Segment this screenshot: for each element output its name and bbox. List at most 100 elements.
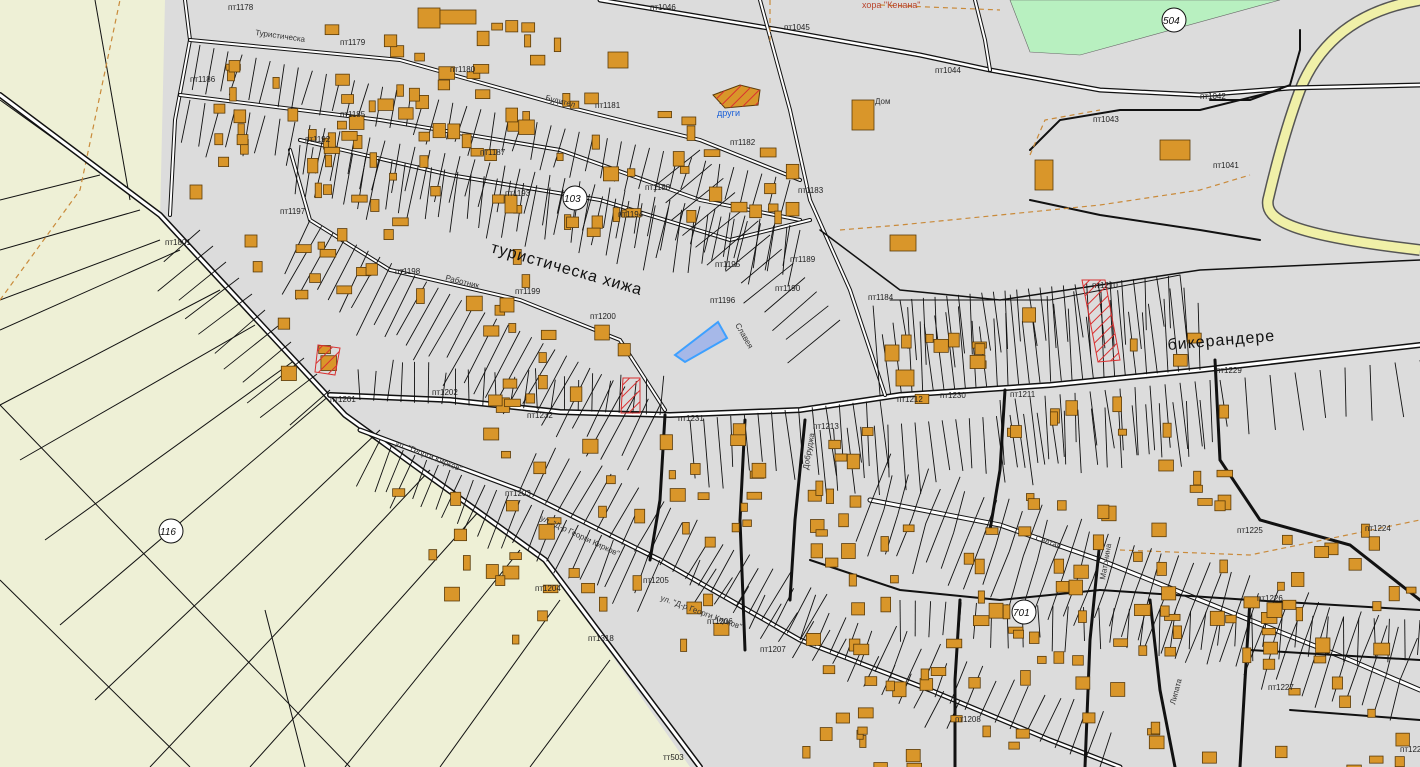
building (1367, 708, 1376, 718)
building (341, 94, 354, 104)
building (1053, 651, 1065, 664)
building (1295, 607, 1303, 622)
building (815, 529, 828, 537)
building (214, 133, 224, 146)
building (885, 680, 895, 692)
building (518, 119, 535, 135)
point-label: пт1197 (280, 207, 306, 216)
building (1291, 572, 1305, 587)
building (1133, 551, 1143, 562)
building (444, 586, 460, 602)
building (1282, 534, 1293, 545)
map-canvas[interactable]: 504 103 116 701 туристическа хижа бикера… (0, 0, 1420, 767)
building (749, 204, 762, 219)
building (890, 575, 899, 584)
building (1075, 676, 1091, 690)
building (884, 344, 900, 362)
building (307, 158, 319, 174)
building (930, 667, 947, 676)
building (841, 543, 856, 559)
building (341, 131, 358, 141)
building (319, 249, 337, 258)
building (1020, 670, 1031, 686)
building (708, 186, 723, 202)
circle-number-103: 103 (564, 194, 581, 205)
point-label: пт1187 (480, 148, 506, 157)
building (538, 374, 548, 390)
building (428, 549, 438, 561)
point-label: пт1231 (678, 414, 704, 423)
point-label: пт1042 (1200, 92, 1226, 101)
building (521, 22, 536, 33)
building (447, 123, 461, 140)
building (599, 596, 608, 612)
building (323, 146, 341, 154)
point-label: пт1182 (730, 138, 756, 147)
building (365, 263, 378, 276)
building (880, 596, 892, 613)
point-label: пт1212 (897, 395, 923, 404)
building (488, 394, 503, 407)
point-label: пт1186 (190, 75, 216, 84)
building (1173, 353, 1188, 367)
circle-number-116: 116 (160, 527, 176, 538)
point-label: пт1046 (650, 3, 676, 12)
building (1261, 627, 1276, 636)
building (1368, 536, 1380, 551)
point-label: пт1183 (798, 186, 824, 195)
building (1193, 470, 1202, 486)
point-label: пт1193 (505, 189, 531, 198)
building (450, 491, 462, 506)
point-label: пт1213 (813, 422, 839, 431)
building (1242, 647, 1252, 664)
building (1172, 625, 1182, 639)
building (419, 155, 429, 168)
building (524, 34, 532, 48)
point-label: пт1207 (760, 645, 786, 654)
building (1225, 614, 1237, 624)
building (1110, 682, 1126, 697)
building (948, 332, 960, 348)
building (1129, 338, 1138, 352)
building (377, 98, 394, 111)
point-label: пт1196 (710, 296, 736, 305)
building (1068, 579, 1083, 596)
building (704, 536, 716, 548)
building (680, 638, 688, 652)
building (540, 329, 557, 340)
point-label: тт503 (663, 753, 684, 762)
building (603, 166, 619, 182)
cadastral-map[interactable]: 504 103 116 701 туристическа хижа бикера… (0, 0, 1420, 767)
building (509, 552, 522, 560)
building (1372, 601, 1382, 612)
building (1331, 676, 1343, 690)
point-label: пт1204 (535, 584, 561, 593)
building (1339, 695, 1351, 708)
building (432, 123, 446, 139)
building (849, 495, 862, 508)
building (838, 513, 849, 528)
point-label: пт1179 (340, 38, 366, 47)
building (586, 227, 601, 237)
building (835, 712, 850, 724)
point-label: пт1227 (1268, 683, 1294, 692)
building (1112, 396, 1122, 413)
building (189, 184, 203, 200)
building (525, 393, 536, 404)
building (430, 186, 441, 197)
building (453, 528, 467, 542)
building (963, 552, 975, 565)
building (825, 557, 839, 568)
point-label: пт1229 (1216, 366, 1242, 375)
building (627, 168, 636, 177)
building (1313, 655, 1327, 664)
building (506, 500, 519, 512)
building (1148, 735, 1165, 750)
building (785, 201, 800, 217)
point-label: пт1181 (595, 101, 621, 110)
building (679, 166, 690, 174)
building (686, 125, 696, 141)
building (768, 203, 779, 213)
building (819, 727, 833, 741)
building (392, 488, 406, 497)
